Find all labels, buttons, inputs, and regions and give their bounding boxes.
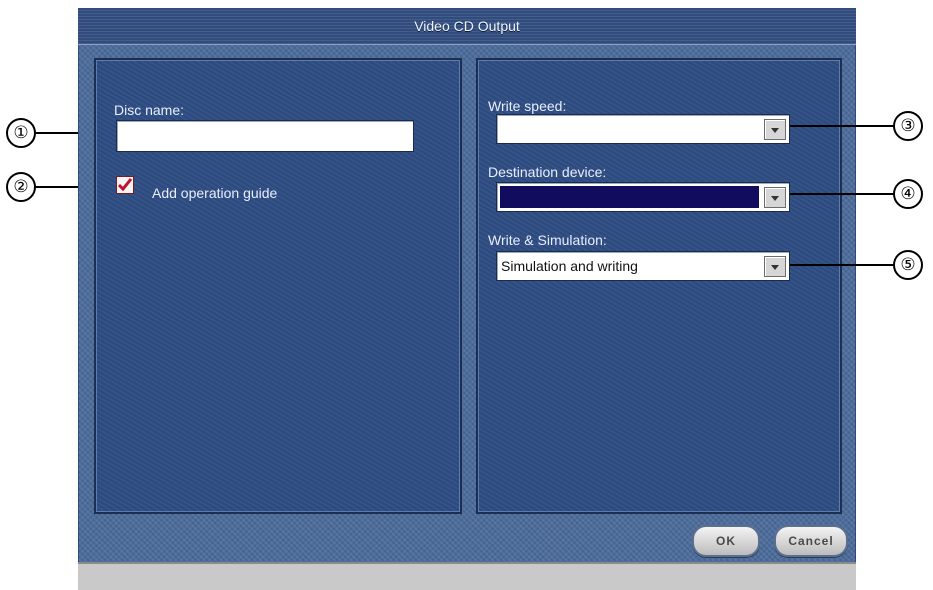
cancel-button[interactable]: Cancel — [774, 525, 848, 557]
callout-2: ② — [6, 172, 36, 202]
dialog-title: Video CD Output — [414, 18, 520, 34]
ok-button[interactable]: OK — [692, 525, 760, 557]
write-simulation-dropdown-button[interactable] — [764, 256, 786, 277]
callout-5-line — [790, 264, 894, 266]
callout-4: ④ — [893, 179, 923, 209]
write-simulation-select[interactable]: Simulation and writing — [496, 251, 790, 281]
write-speed-label: Write speed: — [488, 98, 567, 114]
video-cd-output-dialog: Video CD Output Disc name: Add operation… — [78, 8, 856, 590]
write-speed-dropdown-button[interactable] — [764, 119, 786, 140]
callout-1: ① — [6, 118, 36, 148]
checkmark-icon — [117, 178, 133, 192]
callout-3: ③ — [893, 111, 923, 141]
destination-device-dropdown-button[interactable] — [764, 187, 786, 208]
chevron-down-icon — [771, 265, 779, 270]
operation-guide-checkbox[interactable] — [116, 176, 134, 194]
destination-device-label: Destination device: — [488, 164, 607, 180]
chevron-down-icon — [771, 196, 779, 201]
callout-4-line — [790, 193, 894, 195]
operation-guide-label: Add operation guide — [152, 185, 278, 201]
destination-device-highlight — [500, 186, 759, 208]
title-bar[interactable]: Video CD Output — [78, 8, 856, 45]
status-bar — [78, 562, 856, 590]
destination-device-select[interactable] — [496, 182, 790, 212]
chevron-down-icon — [771, 128, 779, 133]
callout-5: ⑤ — [893, 250, 923, 280]
write-speed-select[interactable] — [496, 114, 790, 144]
disc-name-input[interactable] — [116, 120, 414, 152]
write-settings-panel: Write speed: Destination device: Write &… — [476, 58, 842, 514]
write-simulation-label: Write & Simulation: — [488, 232, 607, 248]
disc-settings-panel: Disc name: Add operation guide — [94, 58, 462, 514]
callout-3-line — [790, 125, 894, 127]
disc-name-label: Disc name: — [114, 102, 185, 118]
write-simulation-value: Simulation and writing — [501, 258, 638, 274]
